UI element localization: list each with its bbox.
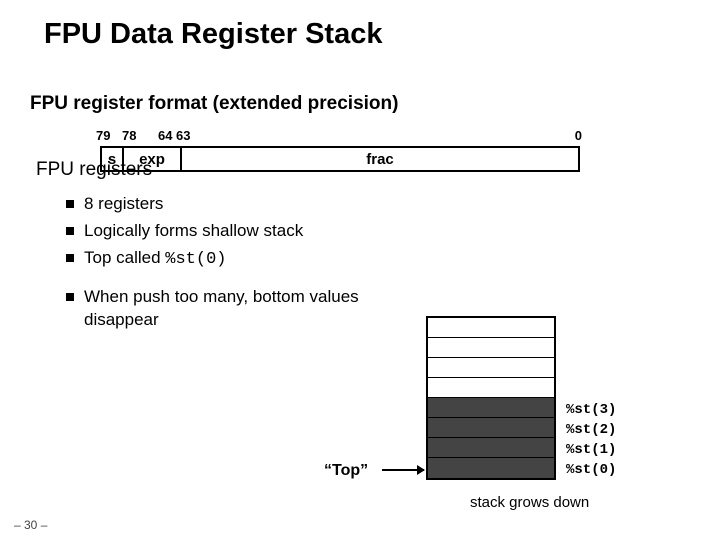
- code-literal: %st(0): [165, 250, 226, 269]
- stack-diagram: %st(3) %st(2) %st(1) %st(0) “Top”: [426, 316, 686, 480]
- field-sign: s: [102, 148, 124, 170]
- top-pointer-label: “Top”: [324, 462, 368, 480]
- bullet-text: When push too many, bottom values disapp…: [84, 286, 376, 332]
- stack-slot-filled: [428, 398, 554, 418]
- format-heading: FPU register format (extended precision): [0, 51, 720, 115]
- list-item: Top called %st(0): [66, 247, 376, 272]
- bit-label-78: 78: [122, 128, 136, 143]
- bullet-text: Logically forms shallow stack: [84, 220, 303, 243]
- stack-label-st1: %st(1): [566, 440, 616, 460]
- stack-slot-filled: [428, 418, 554, 438]
- square-bullet-icon: [66, 200, 74, 208]
- bit-label-79: 79: [96, 128, 110, 143]
- square-bullet-icon: [66, 227, 74, 235]
- stack-direction-label: stack grows down: [470, 494, 589, 511]
- stack-slot: [428, 318, 554, 338]
- stack-register-labels: %st(3) %st(2) %st(1) %st(0): [566, 400, 616, 480]
- stack-box: [426, 316, 556, 480]
- format-fields-row: s exp frac: [100, 146, 580, 172]
- stack-label-st2: %st(2): [566, 420, 616, 440]
- stack-slot-filled: [428, 458, 554, 478]
- stack-slot-filled: [428, 438, 554, 458]
- stack-slot: [428, 338, 554, 358]
- stack-slot: [428, 378, 554, 398]
- square-bullet-icon: [66, 254, 74, 262]
- field-fraction: frac: [182, 148, 578, 170]
- list-item: When push too many, bottom values disapp…: [66, 286, 376, 332]
- stack-slot: [428, 358, 554, 378]
- slide-number: – 30 –: [14, 518, 47, 532]
- bit-label-64: 64: [158, 128, 172, 143]
- stack-label-st0: %st(0): [566, 460, 616, 480]
- bit-label-63: 63: [176, 128, 190, 143]
- arrow-right-icon: [382, 469, 424, 471]
- register-format-diagram: 79 78 64 63 0 s exp frac: [100, 146, 580, 172]
- stack-label-st3: %st(3): [566, 400, 616, 420]
- bullet-text: 8 registers: [84, 193, 163, 216]
- list-item: 8 registers: [66, 193, 376, 216]
- field-exponent: exp: [124, 148, 182, 170]
- square-bullet-icon: [66, 293, 74, 301]
- bit-label-0: 0: [575, 128, 582, 143]
- bullet-list: 8 registers Logically forms shallow stac…: [0, 181, 720, 332]
- list-item: Logically forms shallow stack: [66, 220, 376, 243]
- slide-title: FPU Data Register Stack: [0, 0, 720, 51]
- bullet-text: Top called %st(0): [84, 247, 227, 272]
